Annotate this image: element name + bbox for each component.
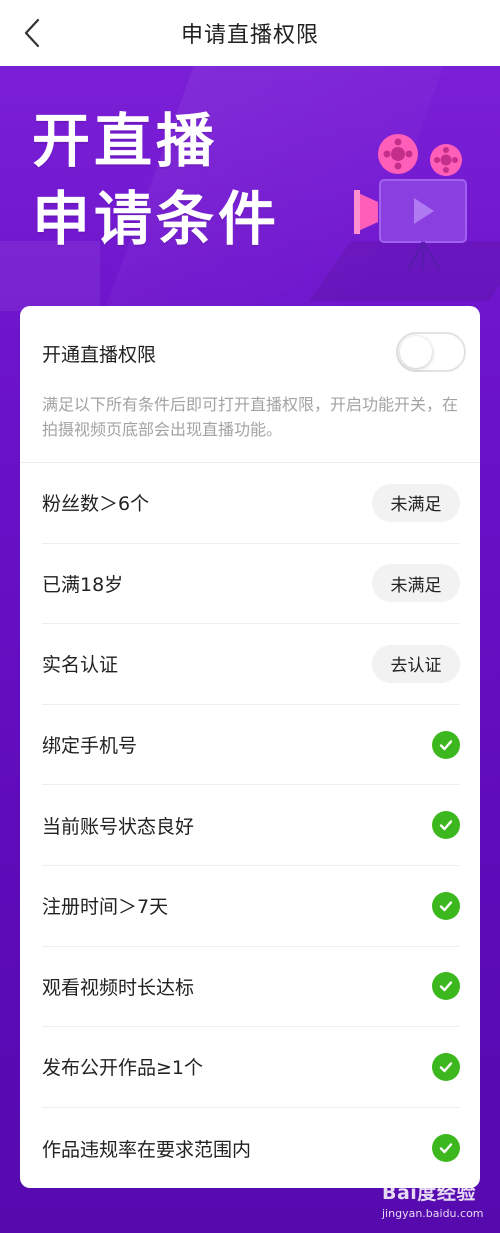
nav-bar: 申请直播权限: [0, 0, 500, 66]
watermark-brand: Bai度经验: [382, 1182, 476, 1204]
check-icon: [432, 1134, 460, 1163]
unmet-status-button[interactable]: 未满足: [372, 564, 460, 603]
watermark-url: jingyan.baidu.com: [382, 1207, 484, 1220]
hero-title-line-2: 申请条件: [32, 185, 281, 253]
condition-label: 绑定手机号: [42, 735, 138, 758]
condition-row: 实名认证 去认证: [42, 624, 460, 705]
live-permission-switch[interactable]: [396, 332, 466, 372]
condition-label: 已满18岁: [42, 573, 124, 596]
live-permission-toggle-row: 开通直播权限 满足以下所有条件后即可打开直播权限，开启功能开关，在拍摄视频页底部…: [20, 306, 480, 463]
hero-title: 开直播 申请条件: [32, 102, 280, 258]
condition-row: 已满18岁 未满足: [42, 544, 460, 625]
switch-knob: [400, 336, 432, 368]
hero-title-line-1: 开直播: [32, 107, 219, 175]
check-icon: [432, 811, 460, 840]
movie-camera-icon: [354, 134, 467, 271]
condition-label: 发布公开作品≥1个: [42, 1057, 204, 1080]
condition-row: 粉丝数＞6个 未满足: [42, 463, 460, 544]
condition-row: 发布公开作品≥1个: [42, 1027, 460, 1108]
unmet-status-button[interactable]: 未满足: [372, 483, 460, 522]
condition-label: 当前账号状态良好: [42, 815, 195, 838]
condition-label: 作品违规率在要求范围内: [42, 1138, 252, 1161]
toggle-label: 开通直播权限: [42, 344, 157, 366]
check-icon: [432, 972, 460, 1001]
condition-row: 当前账号状态良好: [42, 785, 460, 866]
verify-button[interactable]: 去认证: [372, 644, 460, 683]
toggle-description: 满足以下所有条件后即可打开直播权限，开启功能开关，在拍摄视频页底部会出现直播功能…: [42, 395, 459, 439]
chevron-left-icon: [24, 18, 40, 48]
condition-list: 粉丝数＞6个 未满足 已满18岁 未满足 实名认证 去认证 绑定手机号 当前账号状态良好 注册时…: [20, 463, 480, 1188]
page-title: 申请直播权限: [180, 23, 319, 48]
check-icon: [432, 730, 460, 759]
condition-row: 观看视频时长达标: [42, 947, 460, 1028]
condition-label: 粉丝数＞6个: [42, 493, 150, 516]
condition-label: 观看视频时长达标: [42, 976, 195, 999]
conditions-card: 开通直播权限 满足以下所有条件后即可打开直播权限，开启功能开关，在拍摄视频页底部…: [20, 306, 480, 1188]
baidu-jingyan-watermark: Bai度经验 jingyan.baidu.com: [382, 1178, 492, 1226]
check-icon: [432, 1052, 460, 1081]
condition-row: 作品违规率在要求范围内: [42, 1108, 460, 1188]
back-button[interactable]: [12, 13, 52, 53]
condition-row: 注册时间＞7天: [42, 866, 460, 947]
condition-row: 绑定手机号: [42, 705, 460, 786]
condition-label: 实名认证: [42, 654, 119, 677]
condition-label: 注册时间＞7天: [42, 896, 169, 919]
check-icon: [432, 891, 460, 920]
